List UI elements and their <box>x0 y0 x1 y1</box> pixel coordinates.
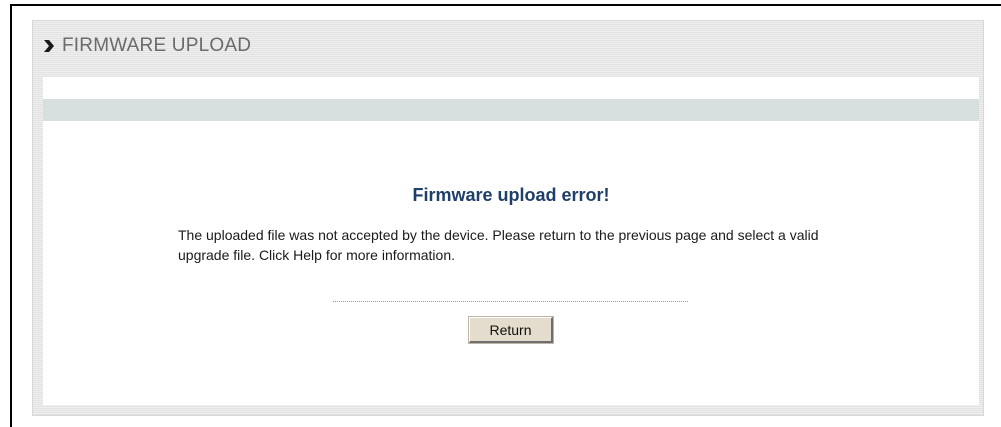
right-chevron-icon <box>43 39 55 53</box>
error-message: The uploaded file was not accepted by th… <box>178 227 819 263</box>
panel-header: FIRMWARE UPLOAD <box>33 21 983 77</box>
page-title: FIRMWARE UPLOAD <box>62 35 252 56</box>
divider <box>333 301 688 302</box>
page-frame: FIRMWARE UPLOAD Firmware upload error! T… <box>10 4 1001 427</box>
content-area: Firmware upload error! The uploaded file… <box>43 77 979 405</box>
content-header-band <box>43 99 979 121</box>
error-title: Firmware upload error! <box>412 185 610 205</box>
firmware-upload-panel: FIRMWARE UPLOAD Firmware upload error! T… <box>32 20 984 416</box>
return-button[interactable]: Return <box>468 316 554 344</box>
